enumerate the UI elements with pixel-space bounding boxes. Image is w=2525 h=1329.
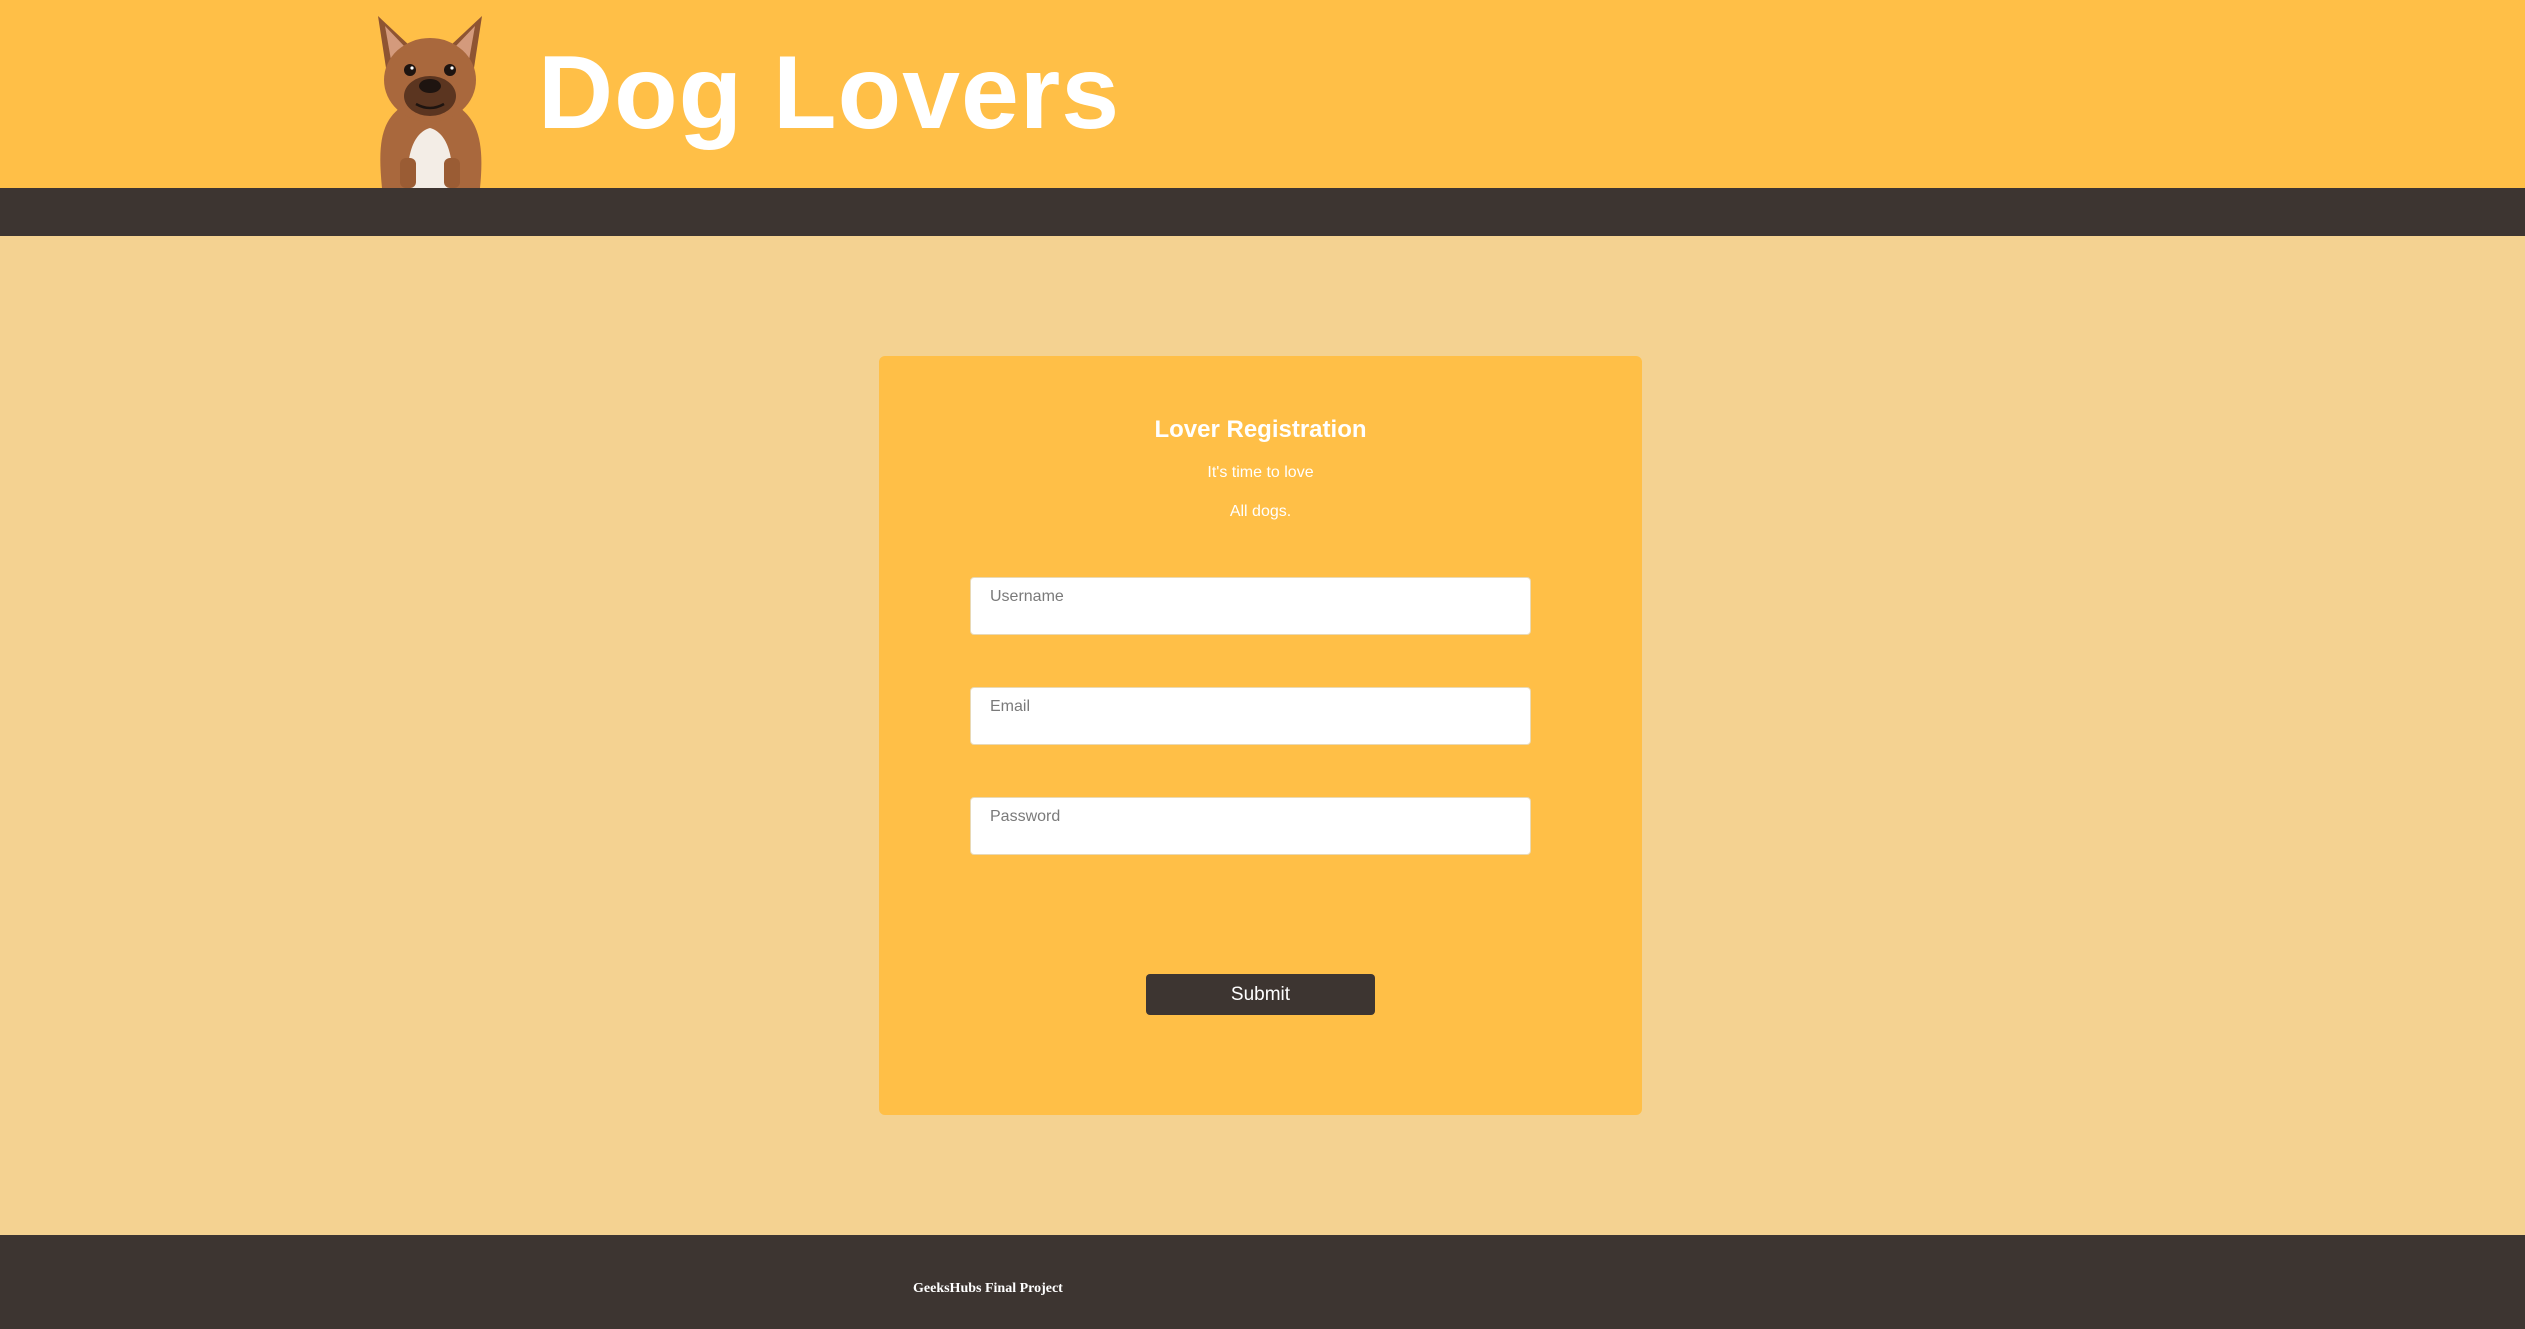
form-subtitle-line2: All dogs.	[1229, 503, 1292, 520]
email-input[interactable]	[970, 687, 1531, 745]
registration-form: Lover Registration It's time to love All…	[879, 356, 1642, 1115]
site-header: Dog Lovers	[0, 0, 2525, 188]
footer-text: GeeksHubs Final Project	[913, 1281, 1063, 1296]
form-title: Lover Registration	[1154, 416, 1367, 443]
site-title: Dog Lovers	[538, 35, 1121, 151]
password-input[interactable]	[970, 797, 1531, 855]
french-bulldog-icon	[360, 8, 500, 188]
form-subtitle-line1: It's time to love	[1207, 464, 1314, 481]
submit-button[interactable]: Submit	[1146, 974, 1375, 1015]
site-footer: GeeksHubs Final Project	[0, 1235, 2525, 1329]
navigation-bar	[0, 188, 2525, 236]
username-input[interactable]	[970, 577, 1531, 635]
